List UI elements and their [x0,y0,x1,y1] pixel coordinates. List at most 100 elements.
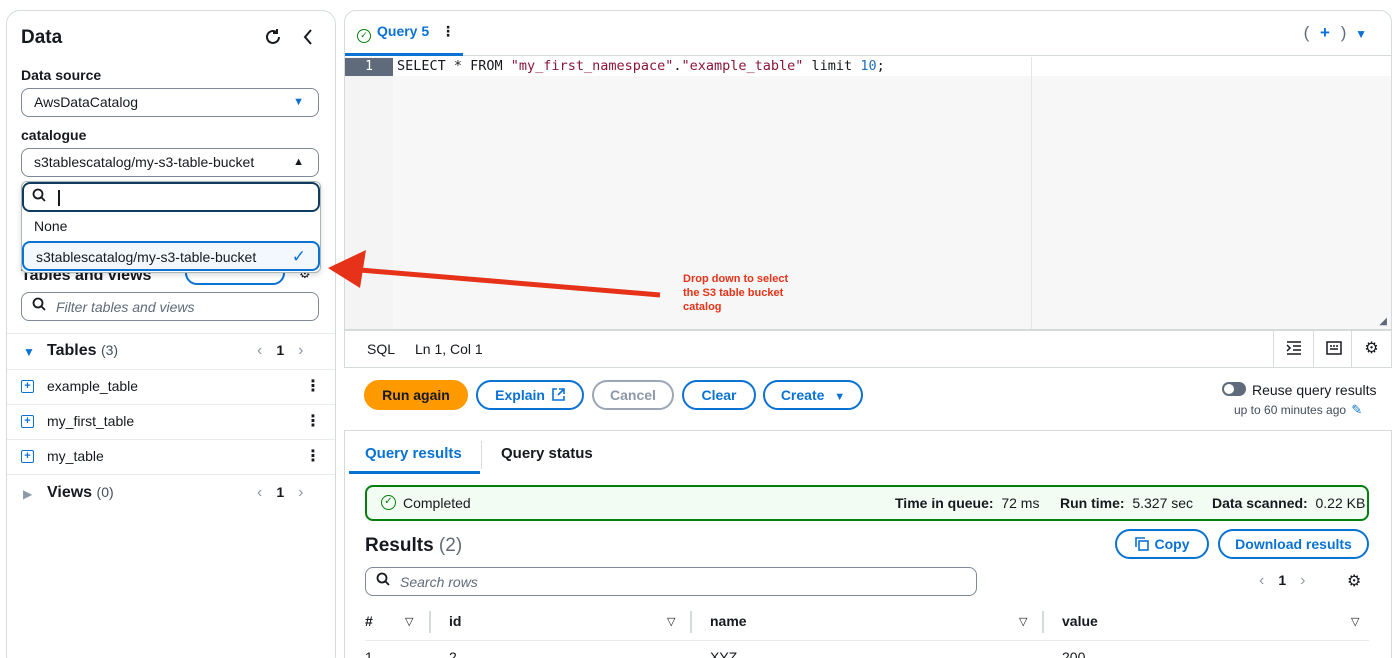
tab-actions: ( + ) ▼ [1304,23,1367,43]
catalogue-label: catalogue [21,127,87,143]
chevron-left-icon[interactable]: ‹ [1259,572,1264,589]
search-icon [32,188,46,205]
edit-icon[interactable]: ✎ [1351,402,1362,417]
reuse-results-label: Reuse query results [1252,382,1377,398]
dropdown-option-s3tables[interactable]: s3tablescatalog/my-s3-table-bucket ✓ [22,241,320,271]
cell-id: 2 [449,649,457,658]
column-header-value[interactable]: value [1062,613,1098,629]
bracket-left: ( [1303,23,1310,42]
resize-handle-icon[interactable]: ◢ [1379,316,1387,327]
tab-border [345,55,1391,56]
column-header-id[interactable]: id [449,613,461,629]
tab-query-status[interactable]: Query status [501,445,593,462]
more-actions-icon[interactable]: ⋮ [305,446,321,466]
refresh-icon[interactable] [263,27,283,52]
sort-icon[interactable]: ▽ [1351,615,1359,628]
copy-button[interactable]: Copy [1115,529,1209,559]
chevron-right-icon[interactable]: › [298,484,303,501]
time-in-queue: Time in queue: 72 ms [895,495,1040,511]
views-section-label: Views (0) [47,484,114,501]
data-scanned: Data scanned: 0.22 KB [1212,495,1366,511]
filter-placeholder: Filter tables and views [56,299,195,315]
table-settings-icon[interactable]: ⚙ [1347,571,1361,591]
status-language: SQL [367,341,396,357]
tables-section-header[interactable]: ▼ Tables (3) ‹ 1 › [7,333,335,369]
search-icon [376,572,390,589]
sort-icon[interactable]: ▽ [1019,615,1027,628]
search-icon [32,297,46,314]
sort-icon[interactable]: ▽ [405,615,413,628]
settings-icon[interactable]: ⚙ [1351,331,1391,367]
column-resizer[interactable] [690,611,692,633]
sort-icon[interactable]: ▽ [667,615,675,628]
collapse-panel-icon[interactable] [301,27,315,52]
expand-icon[interactable]: + [21,450,34,463]
success-icon: ✓ [357,29,371,43]
tables-section-label: Tables (3) [47,342,119,359]
more-actions-icon[interactable]: ⋮ [305,376,321,396]
caret-down-icon[interactable]: ▼ [1355,27,1367,41]
check-icon: ✓ [291,247,306,266]
tab-query-results[interactable]: Query results [365,445,462,462]
status-cursor-position: Ln 1, Col 1 [415,341,483,357]
run-again-button[interactable]: Run again [364,380,468,410]
add-tab-icon[interactable]: + [1320,23,1330,42]
sql-code[interactable]: SELECT * FROM "my_first_namespace"."exam… [397,58,885,74]
create-query-button[interactable]: Create ▼ [763,380,863,410]
caret-right-icon: ▶ [23,487,33,501]
dropdown-option-none[interactable]: None [22,212,320,242]
table-name: my_first_table [47,413,135,429]
search-rows-input[interactable]: Search rows [365,567,977,596]
chevron-left-icon[interactable]: ‹ [257,342,262,359]
download-results-button[interactable]: Download results [1218,529,1369,559]
keyboard-icon[interactable] [1313,331,1353,367]
caret-up-icon: ▲ [293,156,304,168]
active-tab-indicator [345,53,463,56]
cell-name: XYZ [710,649,738,658]
views-section-header[interactable]: ▶ Views (0) ‹ 1 › [7,475,335,511]
reuse-results-toggle[interactable] [1222,382,1246,396]
external-link-icon [549,387,565,403]
more-actions-icon[interactable]: ⋮ [305,411,321,431]
caret-down-icon: ▼ [293,96,304,108]
caret-down-icon: ▼ [834,391,846,403]
filter-tables-input[interactable]: Filter tables and views [21,292,319,321]
panel-title: Data [21,27,63,48]
tab-divider [481,441,482,469]
column-header-name[interactable]: name [710,613,747,629]
clear-button[interactable]: Clear [682,380,756,410]
cancel-button[interactable]: Cancel [592,380,674,410]
expand-icon[interactable]: + [21,380,34,393]
chevron-left-icon[interactable]: ‹ [257,484,262,501]
data-source-select[interactable]: AwsDataCatalog ▼ [21,88,319,117]
expand-icon[interactable]: + [21,415,34,428]
column-resizer[interactable] [1042,611,1044,633]
tab-query-5[interactable]: ✓ Query 5 ⋮ [357,23,455,43]
results-pager: ‹ 1 › [1259,572,1305,590]
dropdown-search-input[interactable] [22,182,320,212]
text-cursor [58,190,60,206]
cell-value: 200 [1062,649,1086,658]
chevron-right-icon[interactable]: › [298,342,303,359]
header-divider [365,640,1369,641]
table-row[interactable]: + example_table ⋮ [7,369,335,404]
explain-button[interactable]: Explain [476,380,584,410]
search-placeholder: Search rows [400,574,478,590]
column-resizer[interactable] [429,611,431,633]
catalogue-select[interactable]: s3tablescatalog/my-s3-table-bucket ▲ [21,148,319,177]
bracket-right: ) [1340,23,1347,42]
caret-down-icon: ▼ [23,345,35,359]
page-number[interactable]: 1 [1278,572,1286,588]
chevron-right-icon[interactable]: › [1300,572,1305,589]
indent-icon[interactable] [1273,331,1313,367]
annotation-arrow [328,250,661,298]
table-row[interactable]: + my_table ⋮ [7,439,335,474]
page-number[interactable]: 1 [276,484,284,500]
page-number[interactable]: 1 [276,342,284,358]
results-panel: Query results Query status ✓ Completed T… [344,430,1392,658]
tab-menu-icon[interactable]: ⋮ [441,23,455,39]
table-row[interactable]: + my_first_table ⋮ [7,404,335,439]
copy-label: Copy [1154,536,1190,552]
completed-status-banner: ✓ Completed Time in queue: 72 ms Run tim… [365,485,1369,521]
table-name: my_table [47,448,104,464]
